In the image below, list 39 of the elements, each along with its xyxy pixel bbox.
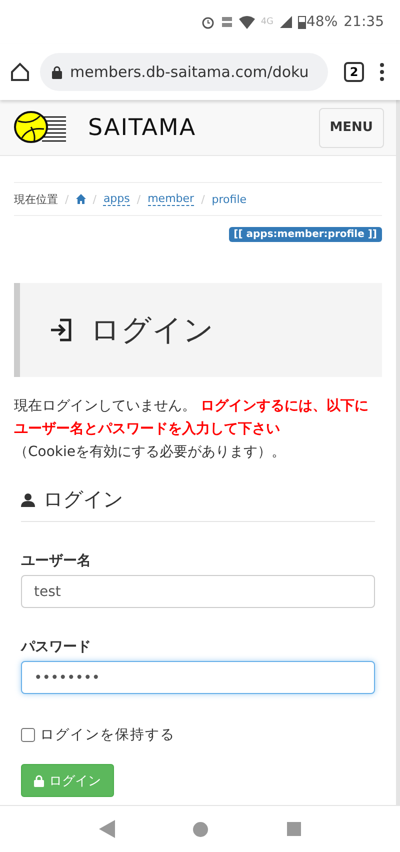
page-title: ログイン <box>90 312 214 350</box>
form-heading: ログイン <box>43 486 123 513</box>
field-label: ユーザー名 <box>21 552 92 570</box>
network-type: 4G <box>260 17 274 27</box>
menu-button[interactable]: MENU <box>318 108 384 148</box>
home-icon[interactable] <box>10 62 30 82</box>
clock: 21:35 <box>344 14 384 30</box>
battery-level: 48% <box>306 14 338 30</box>
breadcrumb-separator: / <box>201 192 205 206</box>
login-notice: 現在ログインしていません。 ログインするには、以下にユーザー名とパスワードを入力して下さい （Cookieを有効にする必要があります）。 <box>14 397 370 462</box>
lock-icon <box>52 66 62 78</box>
breadcrumb-separator: / <box>136 192 141 206</box>
user-icon <box>21 492 35 506</box>
alarm-icon <box>200 15 215 29</box>
checkbox-label: ログインを保持する <box>40 726 175 744</box>
input-field[interactable]: •••••••• <box>21 661 375 694</box>
battery-icon <box>298 15 306 29</box>
checkbox[interactable] <box>21 728 35 742</box>
url-text: members.db-saitama.com/doku <box>70 63 309 81</box>
signal-icon <box>280 16 292 28</box>
input-field[interactable]: test <box>21 575 375 608</box>
breadcrumb-link[interactable]: apps <box>103 192 130 206</box>
address-bar[interactable]: members.db-saitama.com/doku <box>40 53 328 91</box>
tab-count[interactable]: 2 <box>344 62 364 82</box>
volte-icon <box>220 15 233 29</box>
breadcrumb-separator: / <box>92 192 96 206</box>
recents-icon[interactable] <box>286 822 301 836</box>
breadcrumb-label: 現在位置 <box>14 192 58 206</box>
back-icon[interactable] <box>99 820 116 838</box>
field-label: パスワード <box>21 638 92 656</box>
breadcrumb-link[interactable]: profile <box>212 192 247 206</box>
sign-in-icon <box>50 318 72 342</box>
breadcrumb-separator: / <box>65 192 69 206</box>
breadcrumb-link[interactable]: member <box>148 192 194 206</box>
lock-icon <box>34 774 44 786</box>
wifi-icon <box>238 16 255 28</box>
site-logo-text[interactable]: SAITAMA <box>88 114 319 140</box>
volleyball-logo-icon <box>14 110 66 144</box>
page-id-badge: [[ apps:member:profile ]] <box>228 227 382 242</box>
